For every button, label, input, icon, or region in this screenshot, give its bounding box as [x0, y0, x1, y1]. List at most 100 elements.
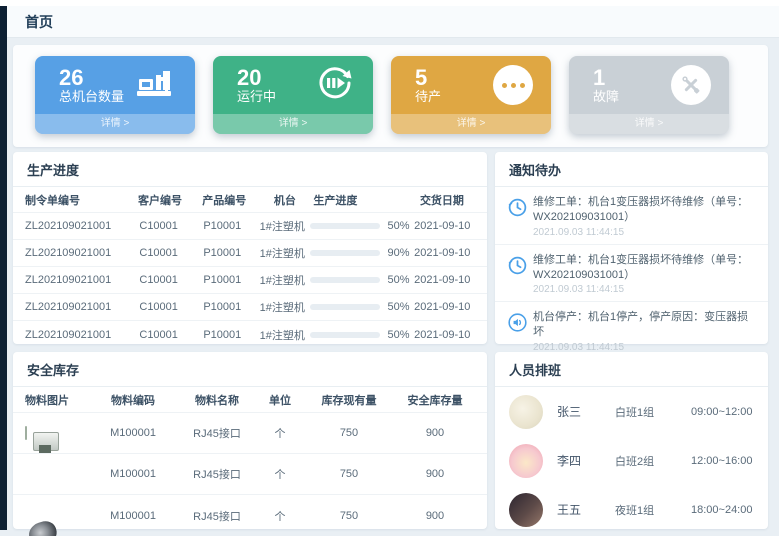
table-row: ZL202109021001 C10001 P10001 1#注塑机 50% 2… [13, 267, 487, 294]
col-header: 生产进度 [313, 192, 409, 208]
shift-time: 12:00~16:00 [691, 455, 752, 467]
notifications-panel: 通知待办 维修工单：机台1变压器损坏待维修（单号：WX202109031001）… [495, 152, 768, 344]
tab-bar: 首页 [7, 6, 779, 38]
order-no: ZL202109021001 [25, 301, 127, 313]
shift-time: 09:00~12:00 [691, 406, 752, 418]
table-row: M100001 RJ45接口 个 750 900 [13, 413, 487, 454]
col-header: 制令单编号 [25, 192, 128, 208]
stock-qty: 750 [303, 510, 395, 522]
staff-name: 李四 [557, 452, 615, 469]
avatar [509, 493, 543, 527]
card-pending[interactable]: 5 待产 详情 > [391, 56, 551, 134]
progress-bar [310, 304, 380, 310]
progress-label: 90% [387, 247, 409, 259]
staff-name: 张三 [557, 403, 615, 420]
product-no: P10001 [190, 274, 254, 286]
col-header: 交货日期 [409, 192, 475, 208]
progress-label: 50% [387, 220, 409, 232]
table-row: ZL202109021001 C10001 P10001 1#注塑机 50% 2… [13, 213, 487, 240]
notification-item[interactable]: 维修工单：机台1变压器损坏待维修（单号：WX202109031001） 2021… [495, 187, 768, 245]
machine-name: 1#注塑机 [254, 272, 310, 288]
customer-no: C10001 [127, 301, 191, 313]
progress-bar [310, 332, 380, 338]
order-no: ZL202109021001 [25, 220, 127, 232]
details-link[interactable]: 详情 > [391, 114, 551, 134]
details-link[interactable]: 详情 > [213, 114, 373, 134]
material-unit: 个 [257, 425, 303, 441]
table-row: ZL202109021001 C10001 P10001 1#注塑机 90% 2… [13, 240, 487, 267]
avatar [509, 395, 543, 429]
running-icon [315, 63, 355, 108]
delivery-date: 2021-09-10 [410, 301, 475, 313]
card-value: 26 [59, 65, 124, 90]
panel-title: 安全库存 [13, 352, 487, 387]
card-total-machines[interactable]: 26 总机台数量 详情 > [35, 56, 195, 134]
product-no: P10001 [190, 301, 254, 313]
notification-text: 维修工单：机台1变压器损坏待维修（单号：WX202109031001） [533, 195, 756, 225]
delivery-date: 2021-09-10 [410, 220, 475, 232]
notification-item[interactable]: 维修工单：机台1变压器损坏待维修（单号：WX202109031001） 2021… [495, 245, 768, 303]
machine-name: 1#注塑机 [254, 218, 310, 234]
shift-name: 白班1组 [615, 404, 691, 420]
machine-name: 1#注塑机 [254, 299, 310, 315]
notification-time: 2021.09.03 11:44:15 [533, 284, 756, 295]
material-image-rj45 [25, 426, 27, 440]
machine-icon [135, 67, 177, 104]
stock-qty: 750 [303, 468, 395, 480]
material-name: RJ45接口 [177, 508, 257, 524]
card-label: 待产 [415, 90, 441, 105]
progress-bar [310, 277, 380, 283]
material-code: M100001 [89, 510, 177, 522]
order-no: ZL202109021001 [25, 274, 127, 286]
notification-text: 机台停产：机台1停产，停产原因：变压器损坏 [533, 310, 756, 340]
table-header-row: 制令单编号 客户编号 产品编号 机台 生产进度 交货日期 [13, 187, 487, 213]
avatar [509, 444, 543, 478]
material-unit: 个 [257, 508, 303, 524]
staff-schedule-panel: 人员排班 张三 白班1组 09:00~12:00 李四 白班2组 12:00~1… [495, 352, 768, 529]
table-row: ZL202109021001 C10001 P10001 1#注塑机 50% 2… [13, 294, 487, 321]
product-no: P10001 [190, 247, 254, 259]
speaker-icon [507, 310, 533, 353]
col-header: 机台 [256, 192, 313, 208]
card-label: 总机台数量 [59, 90, 124, 105]
tab-home[interactable]: 首页 [19, 12, 59, 32]
customer-no: C10001 [127, 274, 191, 286]
material-code: M100001 [89, 427, 177, 439]
clock-icon [507, 253, 533, 296]
panel-title: 通知待办 [495, 152, 768, 187]
machine-name: 1#注塑机 [254, 245, 310, 261]
col-header: 物料名称 [177, 392, 257, 408]
material-name: RJ45接口 [177, 466, 257, 482]
card-body: 20 运行中 [213, 56, 373, 114]
table-row: M100001 RJ45接口 个 750 900 [13, 454, 487, 495]
card-label: 运行中 [237, 90, 276, 105]
sidebar-edge [0, 6, 7, 530]
tools-icon [671, 65, 711, 105]
machine-name: 1#注塑机 [254, 327, 310, 343]
safety-qty: 900 [395, 468, 475, 480]
card-running[interactable]: 20 运行中 详情 > [213, 56, 373, 134]
delivery-date: 2021-09-10 [410, 274, 475, 286]
stat-cards-panel: 26 总机台数量 详情 > 20 运行中 [13, 45, 768, 147]
product-no: P10001 [190, 220, 254, 232]
col-header: 单位 [257, 392, 303, 408]
card-body: 5 待产 [391, 56, 551, 114]
col-header: 产品编号 [192, 192, 256, 208]
production-progress-panel: 生产进度 制令单编号 客户编号 产品编号 机台 生产进度 交货日期 ZL2021… [13, 152, 487, 344]
notification-text: 维修工单：机台1变压器损坏待维修（单号：WX202109031001） [533, 253, 756, 283]
col-header: 客户编号 [128, 192, 192, 208]
progress-label: 50% [387, 274, 409, 286]
shift-name: 夜班1组 [615, 502, 691, 518]
customer-no: C10001 [127, 329, 191, 341]
details-link[interactable]: 详情 > [569, 114, 729, 134]
card-value: 20 [237, 65, 276, 90]
card-body: 26 总机台数量 [35, 56, 195, 114]
schedule-row: 王五 夜班1组 18:00~24:00 [495, 485, 768, 534]
col-header: 库存现有量 [303, 392, 395, 408]
progress-bar [310, 250, 380, 256]
card-fault[interactable]: 1 故障 详情 > [569, 56, 729, 134]
details-link[interactable]: 详情 > [35, 114, 195, 134]
shift-name: 白班2组 [615, 453, 691, 469]
customer-no: C10001 [127, 247, 191, 259]
customer-no: C10001 [127, 220, 191, 232]
